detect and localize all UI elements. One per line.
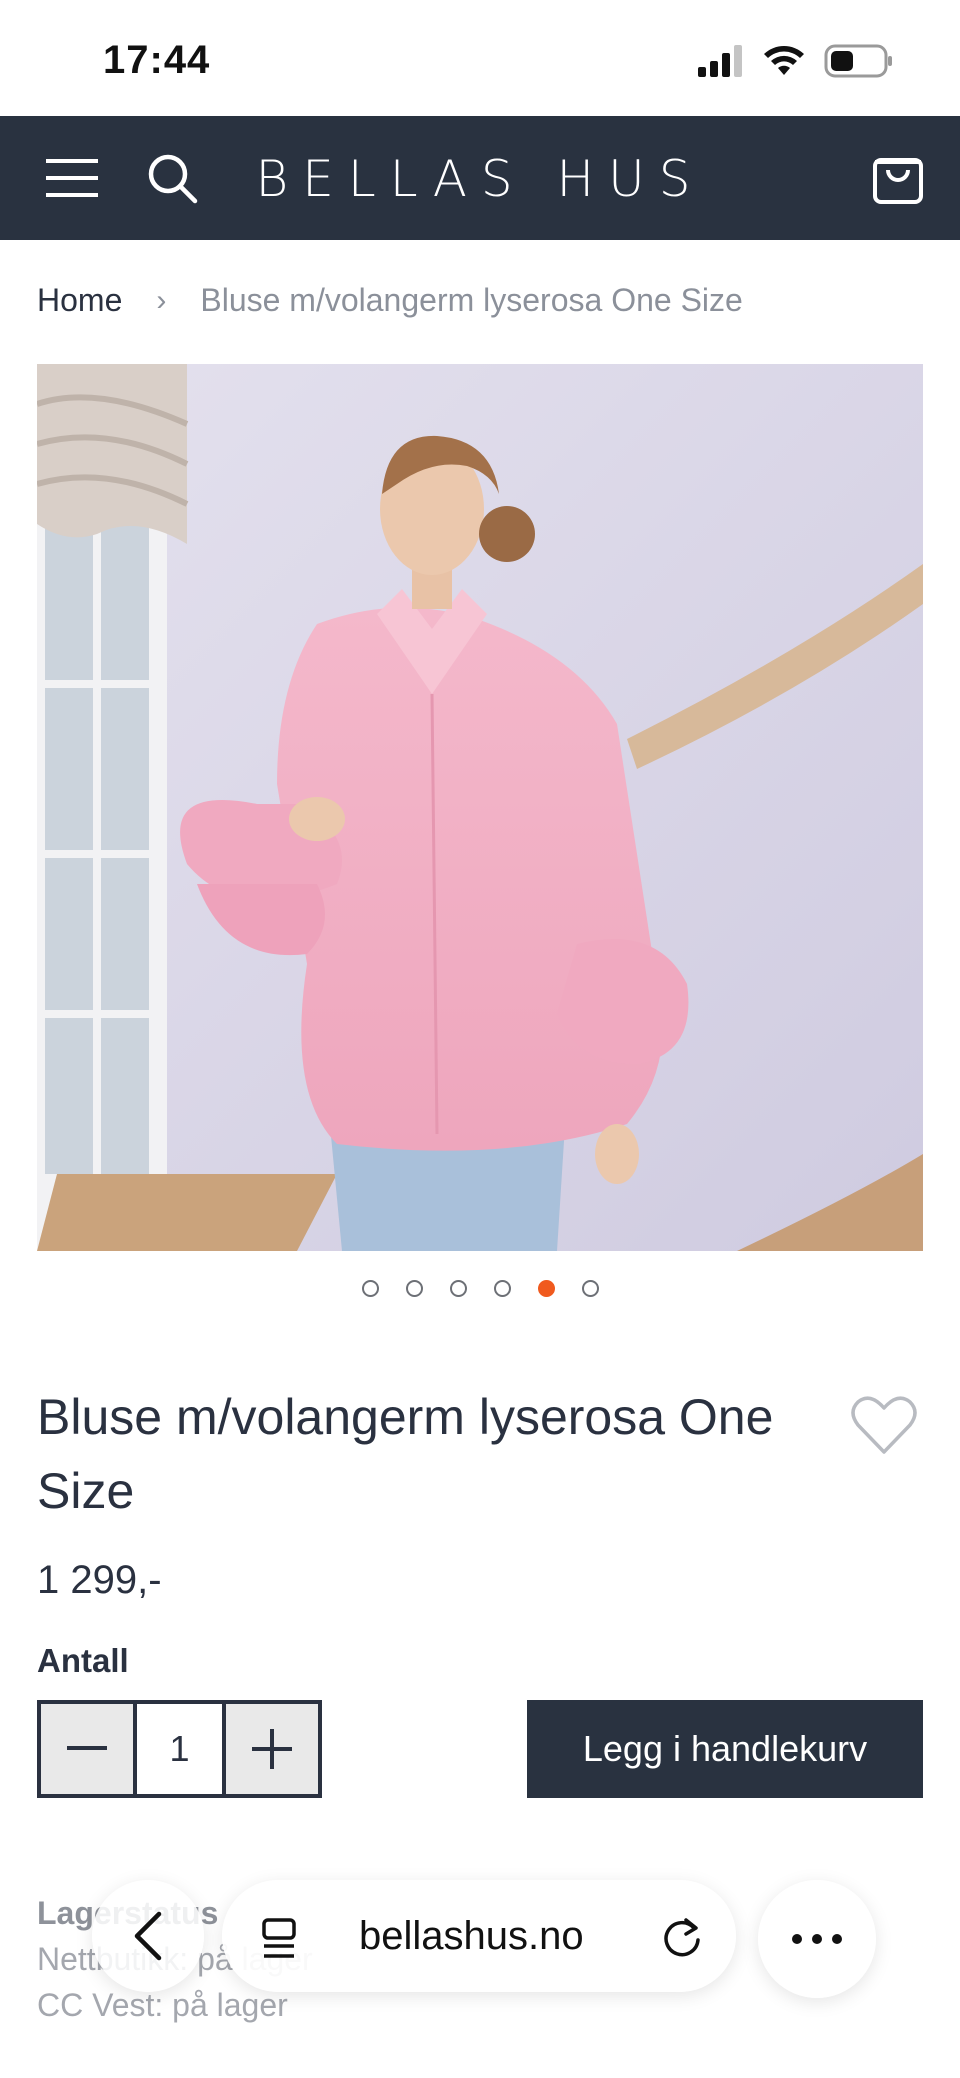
carousel-dot[interactable] bbox=[581, 1280, 599, 1297]
chevron-left-icon bbox=[134, 1911, 162, 1961]
url-text: bellashus.no bbox=[359, 1914, 584, 1958]
cellular-signal-icon bbox=[698, 45, 742, 77]
carousel-dot[interactable] bbox=[405, 1280, 423, 1297]
quantity-stepper: 1 bbox=[37, 1700, 322, 1798]
status-bar: 17:44 bbox=[0, 0, 960, 116]
reload-icon[interactable] bbox=[660, 1914, 704, 1958]
battery-icon bbox=[824, 44, 892, 78]
minus-icon bbox=[67, 1746, 107, 1750]
more-options-button[interactable] bbox=[758, 1880, 876, 1998]
product-image[interactable] bbox=[37, 364, 923, 1251]
product-title: Bluse m/volangerm lyserosa One Size bbox=[37, 1389, 774, 1519]
increase-quantity-button[interactable] bbox=[226, 1704, 318, 1794]
carousel-indicator bbox=[0, 1280, 960, 1297]
quantity-value[interactable]: 1 bbox=[133, 1704, 226, 1794]
carousel-dot-active[interactable] bbox=[537, 1280, 555, 1297]
carousel-dot[interactable] bbox=[449, 1280, 467, 1297]
breadcrumb-current: Bluse m/volangerm lyserosa One Size bbox=[200, 282, 743, 318]
ellipsis-icon bbox=[792, 1934, 842, 1944]
breadcrumb-separator: › bbox=[156, 283, 167, 317]
product-price: 1 299,- bbox=[37, 1558, 162, 1602]
tabs-icon[interactable] bbox=[260, 1916, 302, 1960]
site-logo[interactable]: BELLAS HUS bbox=[0, 150, 960, 208]
back-button[interactable] bbox=[92, 1880, 204, 1992]
decrease-quantity-button[interactable] bbox=[41, 1704, 133, 1794]
status-icons bbox=[696, 44, 894, 78]
wifi-icon bbox=[764, 46, 804, 75]
plus-icon bbox=[252, 1729, 292, 1769]
shopping-bag-icon[interactable] bbox=[864, 144, 932, 212]
add-to-cart-button[interactable]: Legg i handlekurv bbox=[527, 1700, 923, 1798]
browser-toolbar: bellashus.no bbox=[0, 1862, 960, 2078]
address-bar[interactable]: bellashus.no bbox=[222, 1880, 736, 1992]
status-time: 17:44 bbox=[103, 38, 211, 82]
breadcrumb-home-link[interactable]: Home bbox=[37, 282, 122, 319]
carousel-dot[interactable] bbox=[361, 1280, 379, 1297]
heart-icon[interactable] bbox=[850, 1394, 918, 1456]
site-header: BELLAS HUS bbox=[0, 116, 960, 240]
carousel-dot[interactable] bbox=[493, 1280, 511, 1297]
quantity-label: Antall bbox=[37, 1642, 129, 1679]
breadcrumb: Home › Bluse m/volangerm lyserosa One Si… bbox=[37, 282, 743, 319]
